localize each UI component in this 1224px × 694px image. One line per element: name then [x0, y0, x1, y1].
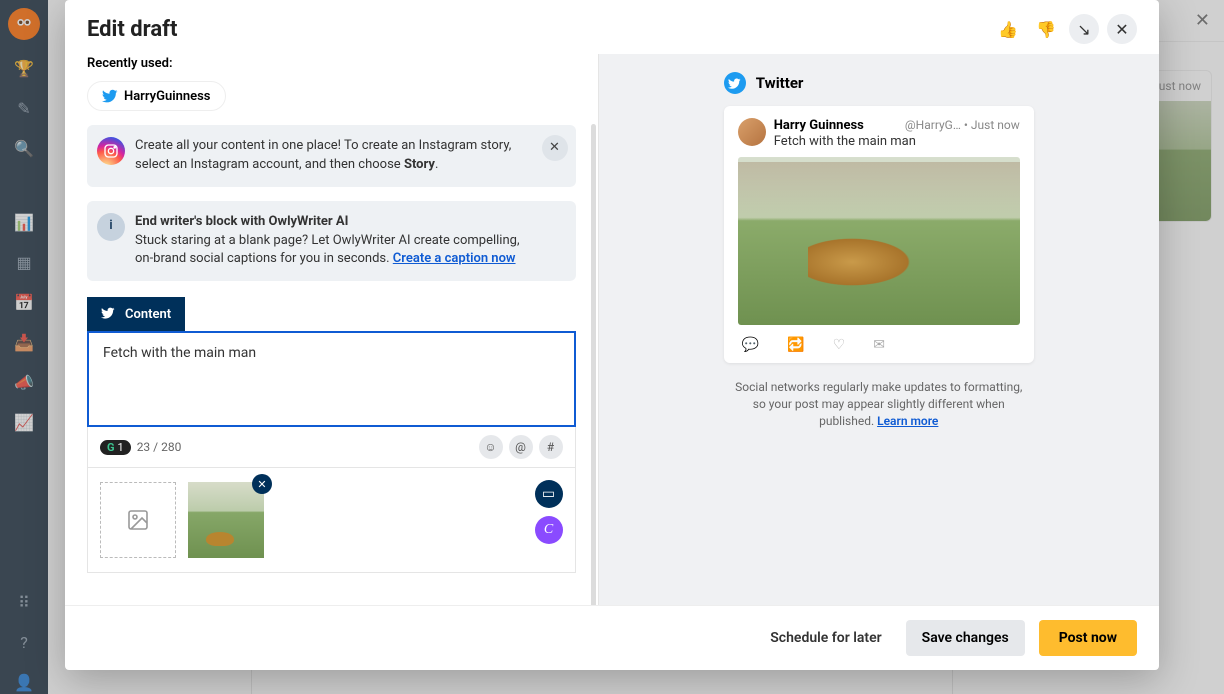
thumbs-up-icon[interactable]: 👍	[993, 14, 1023, 44]
scrollbar[interactable]	[591, 124, 596, 605]
account-name: HarryGuinness	[124, 89, 211, 104]
tweet-image	[738, 157, 1020, 325]
hashtag-icon[interactable]: #	[539, 435, 563, 459]
info-icon: i	[97, 213, 125, 241]
add-media-button[interactable]	[100, 482, 176, 558]
media-library-icon[interactable]: ▭	[535, 480, 563, 508]
avatar	[738, 118, 766, 146]
canva-icon[interactable]: C	[535, 516, 563, 544]
create-caption-link[interactable]: Create a caption now	[393, 251, 516, 266]
recently-used-label: Recently used:	[87, 56, 576, 71]
instagram-tip-banner: Create all your content in one place! To…	[87, 125, 576, 187]
owlywriter-banner: i End writer's block with OwlyWriter AI …	[87, 201, 576, 282]
instagram-icon	[97, 137, 125, 165]
content-tab[interactable]: Content	[87, 297, 185, 331]
close-icon[interactable]: ✕	[1107, 14, 1137, 44]
media-thumbnail[interactable]: ✕	[188, 482, 264, 558]
edit-draft-modal: Edit draft 👍 👎 ↘ ✕ Recently used: HarryG…	[65, 0, 1159, 670]
account-chip[interactable]: HarryGuinness	[87, 81, 226, 111]
twitter-icon	[102, 88, 118, 104]
retweet-icon[interactable]: 🔁	[787, 337, 804, 353]
save-button[interactable]: Save changes	[906, 620, 1025, 656]
like-icon[interactable]: ♡	[833, 337, 846, 353]
tweet-handle: @HarryG… • Just now	[905, 118, 1020, 132]
preview-pane: Twitter Harry Guinness @HarryG… • Just n…	[598, 54, 1160, 605]
modal-title: Edit draft	[87, 17, 177, 42]
twitter-icon	[101, 306, 117, 322]
minimize-icon[interactable]: ↘	[1069, 14, 1099, 44]
post-text-input[interactable]: Fetch with the main man	[87, 331, 576, 427]
dismiss-banner-icon[interactable]: ✕	[542, 135, 568, 161]
share-icon[interactable]: ✉	[873, 337, 885, 353]
twitter-icon	[724, 72, 746, 94]
preview-disclaimer: Social networks regularly make updates t…	[729, 379, 1029, 429]
learn-more-link[interactable]: Learn more	[877, 414, 938, 428]
tweet-preview: Harry Guinness @HarryG… • Just now Fetch…	[724, 106, 1034, 363]
char-count: 23 / 280	[137, 440, 182, 454]
reply-icon[interactable]: 💬	[742, 337, 759, 353]
tweet-author: Harry Guinness	[774, 118, 864, 133]
emoji-icon[interactable]: ☺	[479, 435, 503, 459]
tweet-text: Fetch with the main man	[774, 134, 1020, 149]
composer-pane: Recently used: HarryGuinness Create all …	[65, 54, 598, 605]
preview-network: Twitter	[756, 74, 804, 92]
schedule-button[interactable]: Schedule for later	[760, 622, 891, 654]
post-now-button[interactable]: Post now	[1039, 620, 1137, 656]
grammarly-badge[interactable]: G1	[100, 440, 131, 455]
thumbs-down-icon[interactable]: 👎	[1031, 14, 1061, 44]
remove-media-icon[interactable]: ✕	[252, 474, 272, 494]
mention-icon[interactable]: @	[509, 435, 533, 459]
